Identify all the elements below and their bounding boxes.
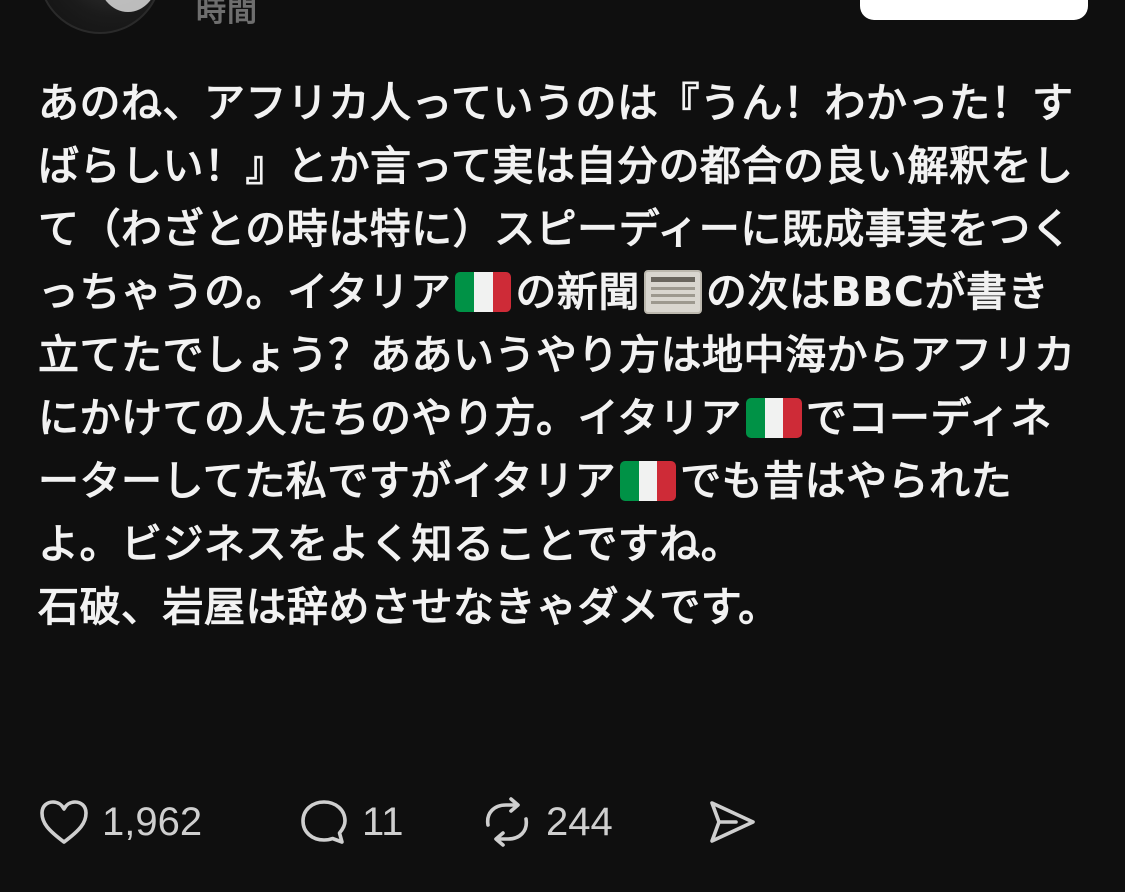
heart-icon xyxy=(38,798,90,846)
newspaper-icon xyxy=(643,270,702,314)
comment-bubble-icon xyxy=(298,797,350,847)
post-text: 石破、岩屋は辞めさせなきゃダメです。 xyxy=(38,583,780,631)
post-paragraph: 石破、岩屋は辞めさせなきゃダメです。 xyxy=(38,576,1088,639)
share-button[interactable] xyxy=(706,797,758,847)
post-timestamp: 時間 xyxy=(196,0,258,29)
post-text: の新聞 xyxy=(515,268,640,316)
reply-button[interactable]: 11 xyxy=(298,797,480,847)
follow-button[interactable] xyxy=(860,0,1088,20)
reply-count: 11 xyxy=(362,799,404,844)
italy-flag-icon xyxy=(455,272,512,312)
repost-arrows-icon xyxy=(480,797,534,847)
italy-flag-icon xyxy=(745,398,802,438)
repost-count: 244 xyxy=(546,799,613,844)
italy-flag-icon xyxy=(620,461,677,501)
avatar[interactable] xyxy=(38,0,162,34)
like-count: 1,962 xyxy=(102,799,203,844)
action-bar: 1,962 11 244 xyxy=(38,792,758,852)
post-paragraph: あのね、アフリカ人っていうのは『うん！わかった！すばらしい！』とか言って実は自分… xyxy=(38,72,1088,576)
send-icon xyxy=(706,797,758,847)
like-button[interactable]: 1,962 xyxy=(38,798,298,846)
post-body: あのね、アフリカ人っていうのは『うん！わかった！すばらしい！』とか言って実は自分… xyxy=(38,72,1088,639)
repost-button[interactable]: 244 xyxy=(480,797,706,847)
